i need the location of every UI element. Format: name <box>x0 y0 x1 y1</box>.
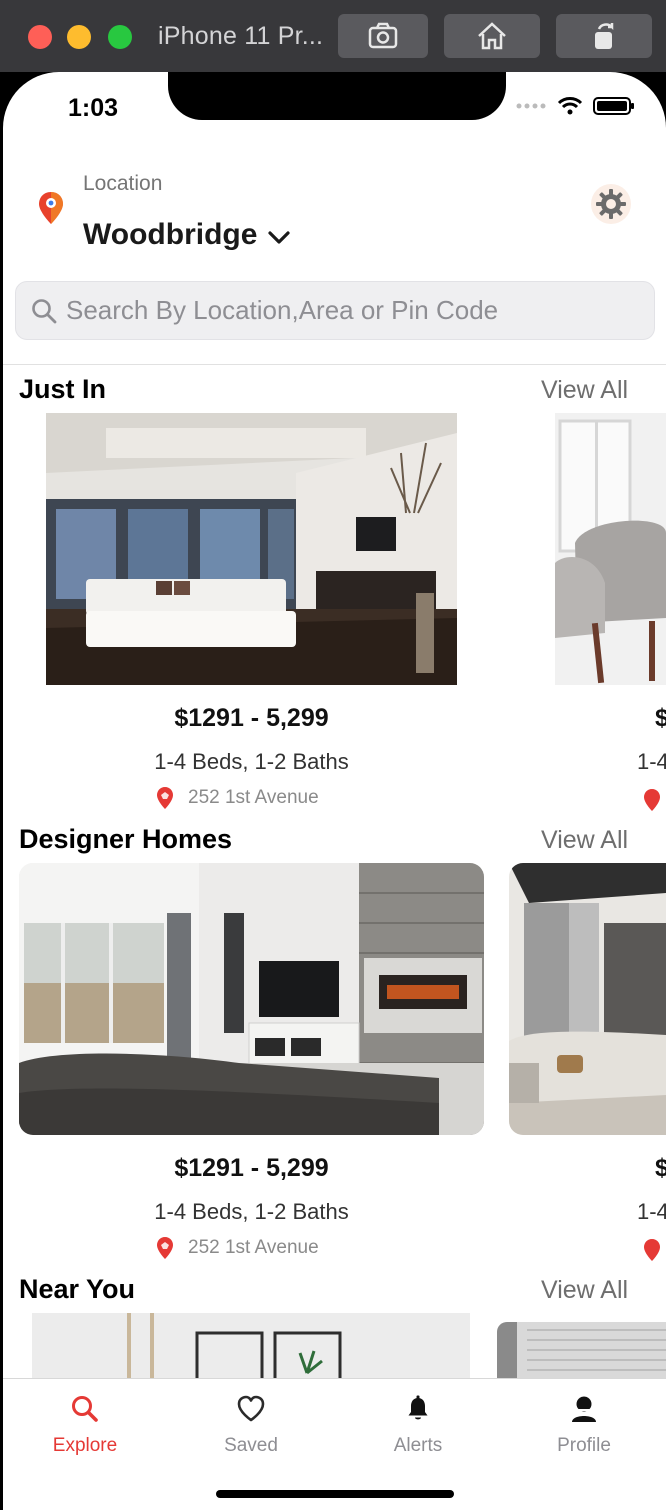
search-input[interactable] <box>66 295 626 326</box>
living-room-photo <box>19 863 484 1135</box>
minimize-window-button[interactable] <box>67 25 91 49</box>
home-button[interactable] <box>444 14 540 58</box>
address-pin-icon <box>157 1237 173 1259</box>
search-bar[interactable] <box>15 281 655 340</box>
address-pin-icon <box>644 1239 660 1261</box>
interior-photo <box>497 1322 666 1383</box>
near-you-card-2-image[interactable] <box>497 1322 666 1383</box>
tab-profile[interactable]: Profile <box>524 1393 644 1457</box>
near-you-card-1-image[interactable] <box>32 1313 470 1383</box>
address-pin-icon <box>644 789 660 811</box>
chevron-down-icon <box>268 231 291 244</box>
view-all-near-you-link[interactable]: View All <box>541 1276 628 1305</box>
app-screen: 1:03 Location Woodbridge Search By Locat… <box>3 72 666 1510</box>
living-room-photo <box>509 863 666 1135</box>
tab-profile-label: Profile <box>557 1435 611 1456</box>
just-in-card-2-price: $ <box>655 704 666 732</box>
section-title-just-in: Just In <box>19 374 107 404</box>
designer-card-1-beds: 1-4 Beds, 1-2 Baths <box>154 1199 349 1224</box>
view-all-designer-homes-link[interactable]: View All <box>541 826 628 855</box>
location-label: Location <box>83 172 163 195</box>
interior-photo <box>32 1313 470 1383</box>
cellular-signal-icon <box>516 103 546 109</box>
battery-icon <box>593 97 634 115</box>
simulator-title: iPhone 11 Pr... <box>158 22 324 50</box>
settings-button[interactable] <box>591 184 631 224</box>
designer-card-1-image[interactable] <box>19 863 484 1135</box>
just-in-card-2-image[interactable] <box>555 413 666 685</box>
section-title-designer-homes: Designer Homes <box>19 824 233 854</box>
tab-explore-label: Explore <box>52 1435 118 1456</box>
tab-alerts-label: Alerts <box>393 1435 443 1456</box>
status-time: 1:03 <box>68 94 119 122</box>
rotate-icon <box>595 23 614 49</box>
status-icons <box>515 96 635 116</box>
section-title-near-you: Near You <box>19 1274 136 1304</box>
just-in-card-1-price: $1291 - 5,299 <box>174 704 329 732</box>
camera-icon <box>368 22 398 49</box>
tab-saved[interactable]: Saved <box>191 1393 311 1457</box>
designer-card-2-beds: 1-4 <box>637 1199 666 1224</box>
just-in-card-1-beds: 1-4 Beds, 1-2 Baths <box>154 749 349 774</box>
tab-explore[interactable]: Explore <box>25 1393 145 1457</box>
address-pin-icon <box>157 787 173 809</box>
just-in-card-1-address: 252 1st Avenue <box>156 786 319 810</box>
notch <box>168 72 506 120</box>
wifi-icon <box>557 97 583 115</box>
heart-icon <box>237 1395 265 1422</box>
close-window-button[interactable] <box>28 25 52 49</box>
gear-icon <box>596 189 626 219</box>
simulator-toolbar: iPhone 11 Pr... <box>0 0 666 72</box>
location-value: Woodbridge <box>83 218 258 251</box>
living-room-photo <box>46 413 457 685</box>
tab-saved-label: Saved <box>224 1435 278 1456</box>
user-icon <box>572 1396 596 1422</box>
chair-photo <box>555 413 666 685</box>
tab-alerts[interactable]: Alerts <box>358 1393 478 1457</box>
designer-card-2-price: $ <box>655 1154 666 1182</box>
zoom-window-button[interactable] <box>108 25 132 49</box>
location-pin-icon <box>39 192 63 224</box>
header-divider <box>3 364 666 365</box>
search-icon <box>32 298 57 323</box>
search-icon <box>72 1396 98 1422</box>
bell-icon <box>408 1395 428 1420</box>
address-text: 252 1st Avenue <box>188 1237 319 1258</box>
designer-card-2-image[interactable] <box>509 863 666 1135</box>
home-indicator <box>216 1490 454 1498</box>
phone-frame: 1:03 Location Woodbridge Search By Locat… <box>0 72 666 1510</box>
screenshot-button[interactable] <box>338 14 428 58</box>
designer-card-1-address: 252 1st Avenue <box>156 1236 319 1260</box>
designer-card-1-price: $1291 - 5,299 <box>174 1154 329 1182</box>
home-icon <box>478 22 506 50</box>
address-text: 252 1st Avenue <box>188 787 319 808</box>
just-in-card-1-image[interactable] <box>46 413 457 685</box>
view-all-just-in-link[interactable]: View All <box>541 376 628 405</box>
location-selector[interactable]: Woodbridge <box>83 218 293 252</box>
just-in-card-2-beds: 1-4 <box>637 749 666 774</box>
rotate-button[interactable] <box>556 14 652 58</box>
